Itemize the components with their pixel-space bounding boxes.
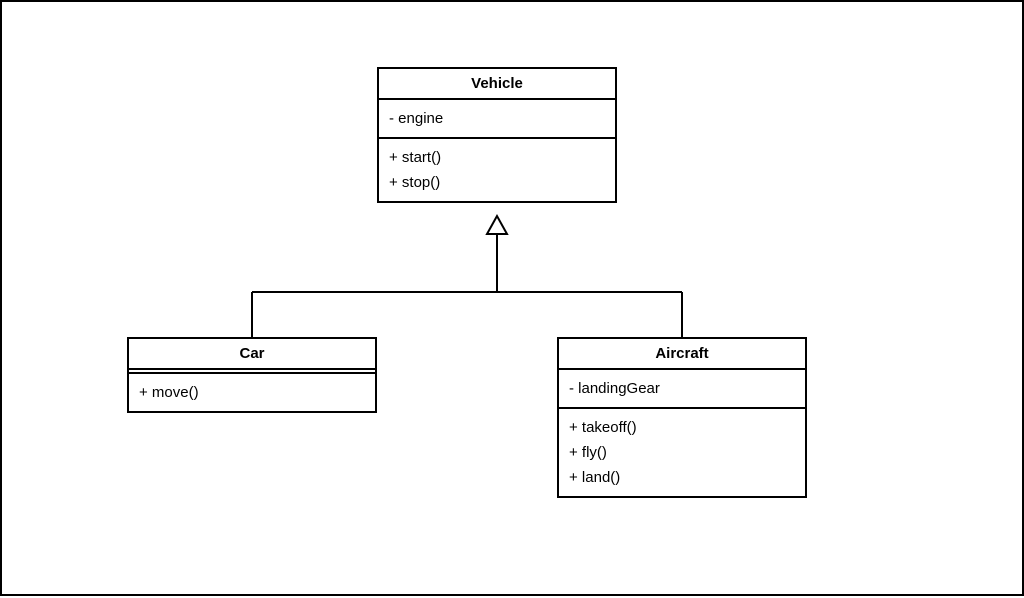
method: + start()	[389, 145, 605, 170]
attribute: - engine	[389, 106, 605, 131]
class-aircraft-title: Aircraft	[559, 339, 805, 370]
method: + stop()	[389, 170, 605, 195]
class-aircraft: Aircraft - landingGear + takeoff() + fly…	[557, 337, 807, 498]
class-aircraft-attributes: - landingGear	[559, 370, 805, 409]
method: + fly()	[569, 440, 795, 465]
class-vehicle-methods: + start() + stop()	[379, 139, 615, 201]
class-car-methods: + move()	[129, 374, 375, 411]
attribute: - landingGear	[569, 376, 795, 401]
method: + land()	[569, 465, 795, 490]
class-car: Car + move()	[127, 337, 377, 413]
class-car-title: Car	[129, 339, 375, 370]
class-vehicle-attributes: - engine	[379, 100, 615, 139]
method: + takeoff()	[569, 415, 795, 440]
method: + move()	[139, 380, 365, 405]
class-aircraft-methods: + takeoff() + fly() + land()	[559, 409, 805, 496]
class-vehicle: Vehicle - engine + start() + stop()	[377, 67, 617, 203]
uml-class-diagram: Vehicle - engine + start() + stop() Car …	[0, 0, 1024, 596]
class-vehicle-title: Vehicle	[379, 69, 615, 100]
